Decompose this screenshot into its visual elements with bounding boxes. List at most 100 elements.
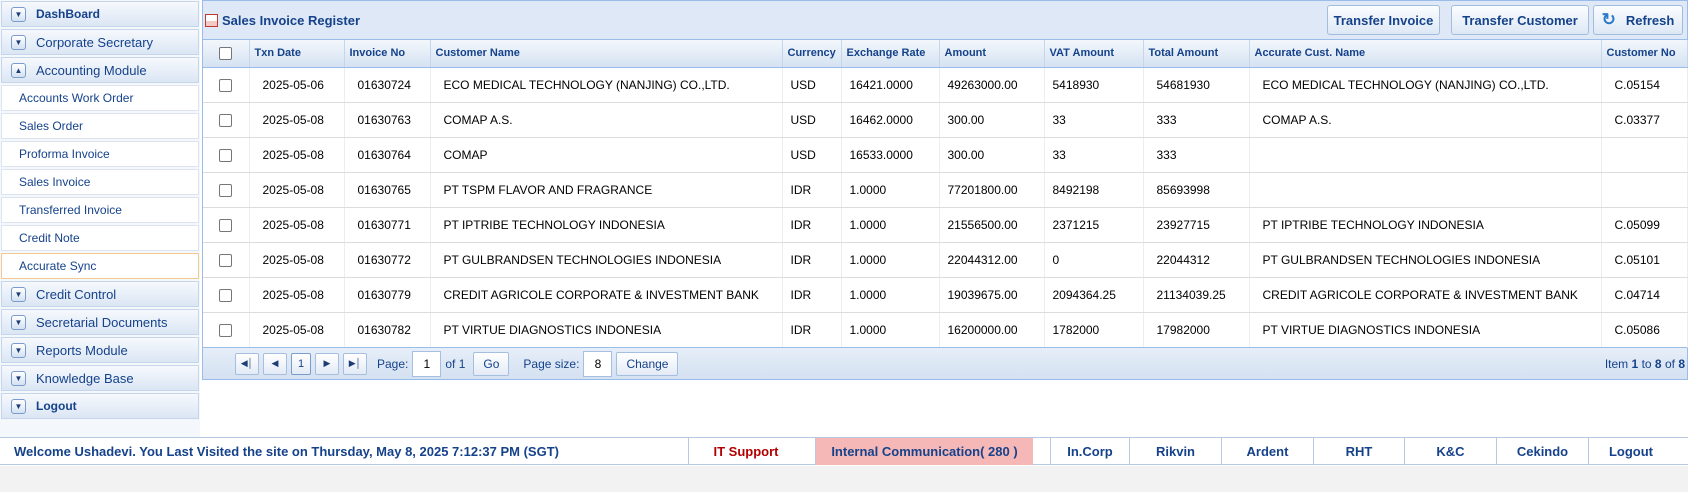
row-checkbox-cell[interactable] [203,137,250,173]
row-checkbox[interactable] [219,148,233,162]
select-all-checkbox-cell[interactable] [203,40,250,68]
cell-customer-no [1601,172,1688,208]
sidebar-reports-module-label: Reports Module [36,342,128,358]
row-checkbox[interactable] [219,113,233,127]
row-checkbox-cell[interactable] [203,102,250,138]
it-support-link[interactable]: IT Support [688,437,803,465]
row-checkbox[interactable] [219,323,233,337]
sidebar-corporate-secretary[interactable]: ▼ Corporate Secretary [1,29,199,55]
column-header-exchange-rate[interactable]: Exchange Rate [841,40,940,68]
sidebar-item-sales-order[interactable]: Sales Order [1,113,199,139]
sidebar-item-transferred-invoice[interactable]: Transferred Invoice [1,197,199,223]
cell-customer-no: C.03377 [1601,102,1688,138]
cell-txn-date: 2025-05-08 [249,102,345,138]
column-header-total-amount[interactable]: Total Amount [1143,40,1250,68]
column-header-txn-date[interactable]: Txn Date [249,40,345,68]
sidebar-credit-control[interactable]: ▼ Credit Control [1,281,199,307]
cell-customer-name: COMAP A.S. [430,102,783,138]
table-row[interactable]: 2025-05-08 01630764 COMAP USD 16533.0000… [203,137,1688,173]
cell-vat-amount: 2094364.25 [1044,277,1144,313]
footer-link-rikvin[interactable]: Rikvin [1129,437,1221,465]
row-checkbox[interactable] [219,78,233,92]
last-page-icon[interactable]: ▶│ [343,352,367,375]
table-row[interactable]: 2025-05-06 01630724 ECO MEDICAL TECHNOLO… [203,67,1688,103]
cell-accurate-cust-name: PT GULBRANDSEN TECHNOLOGIES INDONESIA [1249,242,1602,278]
sidebar-knowledge-base[interactable]: ▼ Knowledge Base [1,365,199,391]
sidebar-secretarial-documents[interactable]: ▼ Secretarial Documents [1,309,199,335]
chevron-down-icon[interactable]: ▼ [11,370,26,386]
table-row[interactable]: 2025-05-08 01630771 PT IPTRIBE TECHNOLOG… [203,207,1688,243]
first-page-icon[interactable]: ◀│ [235,352,259,375]
row-checkbox-cell[interactable] [203,172,250,208]
footer-link-cekindo[interactable]: Cekindo [1496,437,1588,465]
chevron-down-icon[interactable]: ▼ [11,398,26,414]
cell-customer-name: CREDIT AGRICOLE CORPORATE & INVESTMENT B… [430,277,783,313]
column-header-invoice-no[interactable]: Invoice No [344,40,431,68]
sidebar-item-accounts-work-order[interactable]: Accounts Work Order [1,85,199,111]
sidebar-logout[interactable]: ▼ Logout [1,393,199,419]
page-number-input[interactable]: 1 [412,350,442,377]
table-row[interactable]: 2025-05-08 01630763 COMAP A.S. USD 16462… [203,102,1688,138]
cell-txn-date: 2025-05-08 [249,277,345,313]
cell-customer-no: C.04714 [1601,277,1688,313]
internal-communication-link[interactable]: Internal Communication( 280 ) [815,437,1033,465]
table-row[interactable]: 2025-05-08 01630772 PT GULBRANDSEN TECHN… [203,242,1688,278]
cell-amount: 16200000.00 [939,312,1045,348]
row-checkbox[interactable] [219,218,233,232]
footer-link-rht[interactable]: RHT [1313,437,1404,465]
cell-customer-name: PT TSPM FLAVOR AND FRAGRANCE [430,172,783,208]
transfer-invoice-button[interactable]: Transfer Invoice [1327,5,1440,35]
chevron-down-icon[interactable]: ▼ [11,342,26,358]
next-page-icon[interactable]: ▶ [315,352,339,375]
column-header-accurate-cust-name[interactable]: Accurate Cust. Name [1249,40,1602,68]
sidebar-dashboard[interactable]: ▼ DashBoard [1,1,199,27]
column-header-currency[interactable]: Currency [782,40,842,68]
chevron-down-icon[interactable]: ▼ [11,314,26,330]
prev-page-icon[interactable]: ◀ [263,352,287,375]
row-checkbox[interactable] [219,183,233,197]
chevron-down-icon[interactable]: ▼ [11,6,26,22]
column-header-customer-name[interactable]: Customer Name [430,40,783,68]
footer-link-incorp[interactable]: In.Corp [1050,437,1129,465]
go-button[interactable]: Go [473,351,510,376]
change-button[interactable]: Change [616,351,679,376]
row-checkbox-cell[interactable] [203,312,250,348]
transfer-customer-button[interactable]: Transfer Customer [1451,5,1589,35]
footer-link-kc[interactable]: K&C [1404,437,1496,465]
chevron-down-icon[interactable]: ▼ [11,286,26,302]
row-checkbox[interactable] [219,253,233,267]
row-checkbox[interactable] [219,288,233,302]
select-all-checkbox[interactable] [219,46,233,60]
chevron-down-icon[interactable]: ▼ [11,34,26,50]
cell-invoice-no: 01630763 [344,102,431,138]
column-header-amount[interactable]: Amount [939,40,1045,68]
cell-currency: USD [782,137,842,173]
sidebar-item-accurate-sync[interactable]: Accurate Sync [1,253,199,279]
table-row[interactable]: 2025-05-08 01630779 CREDIT AGRICOLE CORP… [203,277,1688,313]
current-page-button[interactable]: 1 [291,352,311,375]
refresh-button[interactable]: ↻ Refresh [1593,5,1683,35]
row-checkbox-cell[interactable] [203,277,250,313]
row-checkbox-cell[interactable] [203,67,250,103]
sidebar-reports-module[interactable]: ▼ Reports Module [1,337,199,363]
sidebar-item-proforma-invoice[interactable]: Proforma Invoice [1,141,199,167]
footer-link-logout[interactable]: Logout [1588,437,1673,465]
cell-vat-amount: 2371215 [1044,207,1144,243]
row-checkbox-cell[interactable] [203,242,250,278]
column-header-vat-amount[interactable]: VAT Amount [1044,40,1144,68]
sidebar-item-credit-note[interactable]: Credit Note [1,225,199,251]
cell-amount: 49263000.00 [939,67,1045,103]
table-row[interactable]: 2025-05-08 01630765 PT TSPM FLAVOR AND F… [203,172,1688,208]
page-size-input[interactable]: 8 [583,350,613,377]
column-header-customer-no[interactable]: Customer No [1601,40,1688,68]
sidebar-accounting-module[interactable]: ▲ Accounting Module [1,57,199,83]
sidebar-item-sales-invoice[interactable]: Sales Invoice [1,169,199,195]
table-row[interactable]: 2025-05-08 01630782 PT VIRTUE DIAGNOSTIC… [203,312,1688,348]
sidebar-logout-label: Logout [36,399,77,413]
cell-currency: USD [782,67,842,103]
row-checkbox-cell[interactable] [203,207,250,243]
chevron-up-icon[interactable]: ▲ [11,62,26,78]
footer-link-ardent[interactable]: Ardent [1221,437,1313,465]
page-size-label: Page size: [523,356,580,371]
item-summary-prefix: Item [1604,356,1629,371]
